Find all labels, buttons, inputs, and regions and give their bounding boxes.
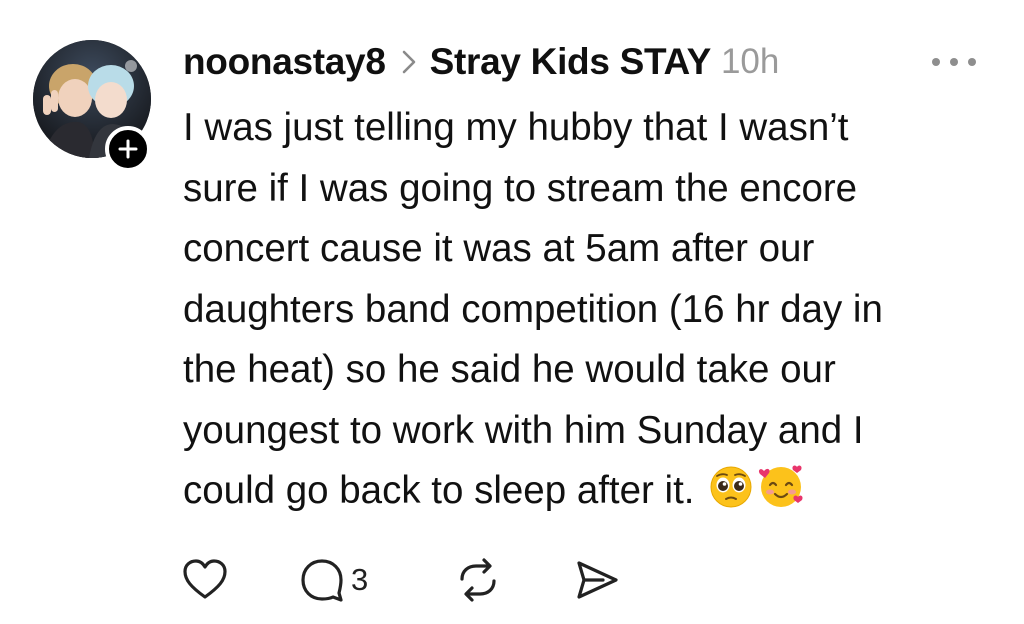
post-body-line: youngest to work with him Sunday and I [183, 408, 864, 452]
like-button[interactable] [181, 554, 229, 606]
more-horizontal-icon [932, 58, 976, 66]
post-header: noonastay8 Stray Kids STAY 10h [183, 36, 779, 88]
heart-icon [183, 559, 227, 599]
post-body: I was just telling my hubby that I wasn’… [183, 98, 983, 528]
post-body-line: the heat) so he said he would take our [183, 348, 836, 391]
username-link[interactable]: noonastay8 [183, 41, 386, 83]
repost-icon [460, 558, 496, 602]
post-body-line: sure if I was going to stream the encore [183, 166, 858, 210]
send-icon [577, 561, 618, 599]
share-button[interactable] [573, 554, 621, 606]
community-link[interactable]: Stray Kids STAY [430, 41, 712, 83]
plus-icon [118, 139, 138, 159]
avatar-container[interactable] [33, 40, 151, 172]
post-body-line: I was just telling my hubby that I wasn’… [183, 106, 849, 149]
post-body-line: could go back to sleep after it. [183, 469, 695, 512]
post-timestamp: 10h [720, 42, 780, 81]
chevron-right-icon [400, 49, 418, 75]
pleading-face-emoji [709, 465, 753, 528]
smiling-face-with-hearts-emoji [757, 463, 805, 528]
comment-icon [301, 559, 343, 602]
post-body-line: daughters band competition (16 hr day in [183, 287, 883, 331]
follow-button[interactable] [105, 126, 151, 172]
reply-button[interactable]: 3 [299, 554, 368, 606]
action-bar: 3 [181, 554, 641, 606]
post-body-line: concert cause it was at 5am after our [183, 227, 815, 270]
more-options-button[interactable] [928, 52, 980, 72]
repost-button[interactable] [455, 554, 501, 606]
reply-count: 3 [351, 562, 369, 597]
post-body-last-line: could go back to sleep after it. [183, 461, 983, 528]
